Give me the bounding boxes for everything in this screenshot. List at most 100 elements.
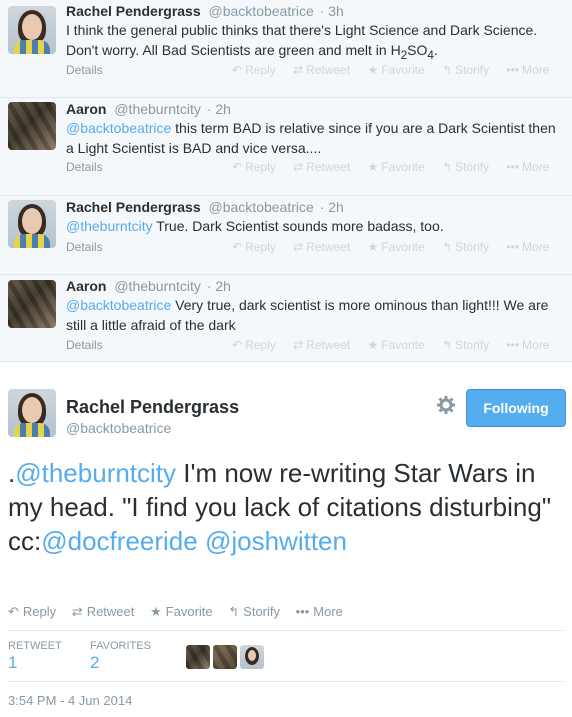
mention-link[interactable]: @joshwitten <box>205 526 347 556</box>
favorites-stat-label[interactable]: FAVORITES <box>90 640 151 652</box>
more-button[interactable]: ••• More <box>506 63 549 77</box>
avatar[interactable] <box>213 645 237 669</box>
retweet-stat-label[interactable]: RETWEET <box>8 640 62 652</box>
author-name[interactable]: Aaron <box>66 101 106 117</box>
tweet-text: I think the general public thinks that t… <box>66 20 560 66</box>
reply-button[interactable]: ↶ Reply <box>8 604 56 619</box>
details-link[interactable]: Details <box>66 63 103 77</box>
author-name[interactable]: Rachel Pendergrass <box>66 3 201 19</box>
details-link[interactable]: Details <box>66 160 103 174</box>
main-author-handle[interactable]: @backtobeatrice <box>66 420 171 436</box>
tweet-actions: ↶ Reply ⇄ Retweet ★ Favorite ↰ Storify ••• Mo… <box>232 338 563 352</box>
storify-button[interactable]: ↰ Storify <box>442 160 489 174</box>
gear-icon[interactable] <box>437 396 455 420</box>
avatar[interactable] <box>8 102 56 150</box>
star-icon: ★ <box>367 63 379 77</box>
mention-link[interactable]: @theburntcity <box>66 218 153 234</box>
main-tweet-actions: ↶ Reply ⇄ Retweet ★ Favorite ↰ Storify ••• Mo… <box>8 604 355 620</box>
avatar[interactable] <box>8 6 56 54</box>
reply-tweet[interactable]: Aaron @theburntcity · 2h @backtobeatrice… <box>0 98 572 196</box>
main-tweet-text: .@theburntcity I'm now re-writing Star W… <box>8 456 558 558</box>
avatar[interactable] <box>186 645 210 669</box>
tweet-time[interactable]: · 2h <box>207 278 231 294</box>
main-avatar[interactable] <box>8 389 56 437</box>
author-name[interactable]: Aaron <box>66 278 106 294</box>
reply-button[interactable]: ↶ Reply <box>232 63 276 77</box>
main-author-name[interactable]: Rachel Pendergrass <box>66 397 239 418</box>
avatar[interactable] <box>8 280 56 328</box>
reply-tweet[interactable]: Rachel Pendergrass @backtobeatrice · 3h … <box>0 0 572 98</box>
storify-button[interactable]: ↰ Storify <box>442 240 489 254</box>
tweet-time[interactable]: · 3h <box>320 3 344 19</box>
reply-icon: ↶ <box>8 604 19 619</box>
tweet-time[interactable]: · 2h <box>320 199 344 215</box>
favorite-button[interactable]: ★ Favorite <box>368 240 425 254</box>
retweet-icon: ⇄ <box>71 604 83 619</box>
more-button[interactable]: ••• More <box>506 338 549 352</box>
star-icon: ★ <box>367 240 379 254</box>
tweet-time[interactable]: · 2h <box>207 101 231 117</box>
retweet-icon: ⇄ <box>293 240 304 254</box>
more-button[interactable]: ••• More <box>296 604 343 619</box>
avatar[interactable] <box>8 200 56 248</box>
reply-icon: ↶ <box>232 160 243 174</box>
retweet-icon: ⇄ <box>293 160 304 174</box>
mention-link[interactable]: @backtobeatrice <box>66 297 171 313</box>
details-link[interactable]: Details <box>66 338 103 352</box>
favorite-button[interactable]: ★ Favorite <box>368 160 425 174</box>
more-button[interactable]: ••• More <box>506 240 549 254</box>
more-button[interactable]: ••• More <box>506 160 549 174</box>
author-handle[interactable]: @theburntcity <box>114 278 201 294</box>
more-icon: ••• <box>295 604 310 619</box>
author-handle[interactable]: @backtobeatrice <box>209 3 314 19</box>
retweet-button[interactable]: ⇄ Retweet <box>72 604 135 619</box>
favorite-button[interactable]: ★ Favorite <box>368 338 425 352</box>
favorite-button[interactable]: ★ Favorite <box>150 604 213 619</box>
author-handle[interactable]: @backtobeatrice <box>209 199 314 215</box>
storify-button[interactable]: ↰ Storify <box>228 604 280 619</box>
storify-button[interactable]: ↰ Storify <box>442 63 489 77</box>
tweet-text: @backtobeatrice Very true, dark scientis… <box>66 295 560 335</box>
author-handle[interactable]: @theburntcity <box>114 101 201 117</box>
star-icon: ★ <box>150 604 162 619</box>
reply-icon: ↶ <box>232 338 243 352</box>
reply-tweet[interactable]: Rachel Pendergrass @backtobeatrice · 2h … <box>0 196 572 275</box>
tweet-header: Rachel Pendergrass @backtobeatrice · 3h <box>66 3 344 19</box>
star-icon: ★ <box>367 338 379 352</box>
tweet-text-body: True. Dark Scientist sounds more badass,… <box>152 218 444 234</box>
tweet-header: Aaron @theburntcity · 2h <box>66 278 231 294</box>
following-button[interactable]: Following <box>466 389 566 427</box>
retweet-button[interactable]: ⇄ Retweet <box>293 338 350 352</box>
text-space <box>198 526 205 556</box>
retweet-count[interactable]: 1 <box>8 653 17 673</box>
reply-button[interactable]: ↶ Reply <box>232 338 276 352</box>
divider <box>8 681 564 682</box>
tweet-header: Aaron @theburntcity · 2h <box>66 101 231 117</box>
more-icon: ••• <box>506 63 520 77</box>
reply-tweet[interactable]: Aaron @theburntcity · 2h @backtobeatrice… <box>0 275 572 362</box>
favorites-count[interactable]: 2 <box>90 653 99 673</box>
reply-thread: Rachel Pendergrass @backtobeatrice · 3h … <box>0 0 572 362</box>
details-link[interactable]: Details <box>66 240 103 254</box>
storify-button[interactable]: ↰ Storify <box>442 338 489 352</box>
tweet-text-formula: SO <box>407 42 428 58</box>
reply-icon: ↶ <box>232 63 243 77</box>
retweet-button[interactable]: ⇄ Retweet <box>293 63 350 77</box>
tweet-text: @backtobeatrice this term BAD is relativ… <box>66 118 560 158</box>
reply-button[interactable]: ↶ Reply <box>232 240 276 254</box>
tweet-timestamp[interactable]: 3:54 PM - 4 Jun 2014 <box>8 693 132 708</box>
mention-link[interactable]: @theburntcity <box>15 458 176 488</box>
avatar[interactable] <box>240 645 264 669</box>
retweet-button[interactable]: ⇄ Retweet <box>293 240 350 254</box>
mention-link[interactable]: @backtobeatrice <box>66 120 171 136</box>
storify-icon: ↰ <box>442 240 453 254</box>
storify-icon: ↰ <box>228 604 240 619</box>
reply-button[interactable]: ↶ Reply <box>232 160 276 174</box>
mention-link[interactable]: @docfreeride <box>41 526 197 556</box>
more-icon: ••• <box>506 338 520 352</box>
retweet-button[interactable]: ⇄ Retweet <box>293 160 350 174</box>
tweet-header: Rachel Pendergrass @backtobeatrice · 2h <box>66 199 344 215</box>
more-icon: ••• <box>506 160 520 174</box>
favorite-button[interactable]: ★ Favorite <box>368 63 425 77</box>
author-name[interactable]: Rachel Pendergrass <box>66 199 201 215</box>
